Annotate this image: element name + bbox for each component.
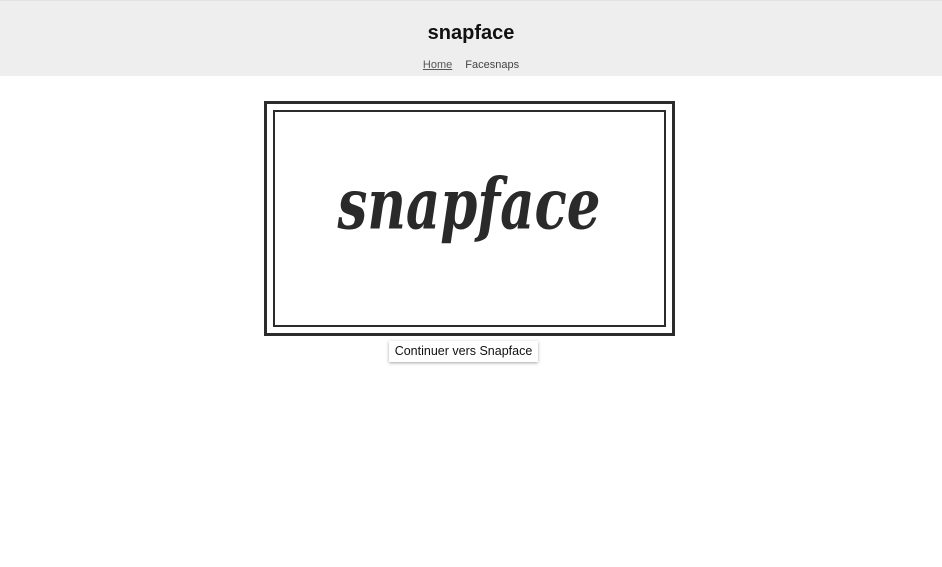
logo-wordmark: snapface: [337, 163, 601, 246]
nav-link-home[interactable]: Home: [423, 59, 452, 71]
continue-button[interactable]: Continuer vers Snapface: [389, 341, 538, 362]
top-header: snapface Home Facesnaps: [0, 0, 942, 76]
main-nav: Home Facesnaps: [0, 58, 942, 72]
nav-link-facesnaps[interactable]: Facesnaps: [465, 59, 519, 71]
landing-logo-image: snapface: [264, 101, 675, 336]
logo-svg: snapface: [337, 163, 601, 246]
app-title: snapface: [427, 22, 515, 44]
